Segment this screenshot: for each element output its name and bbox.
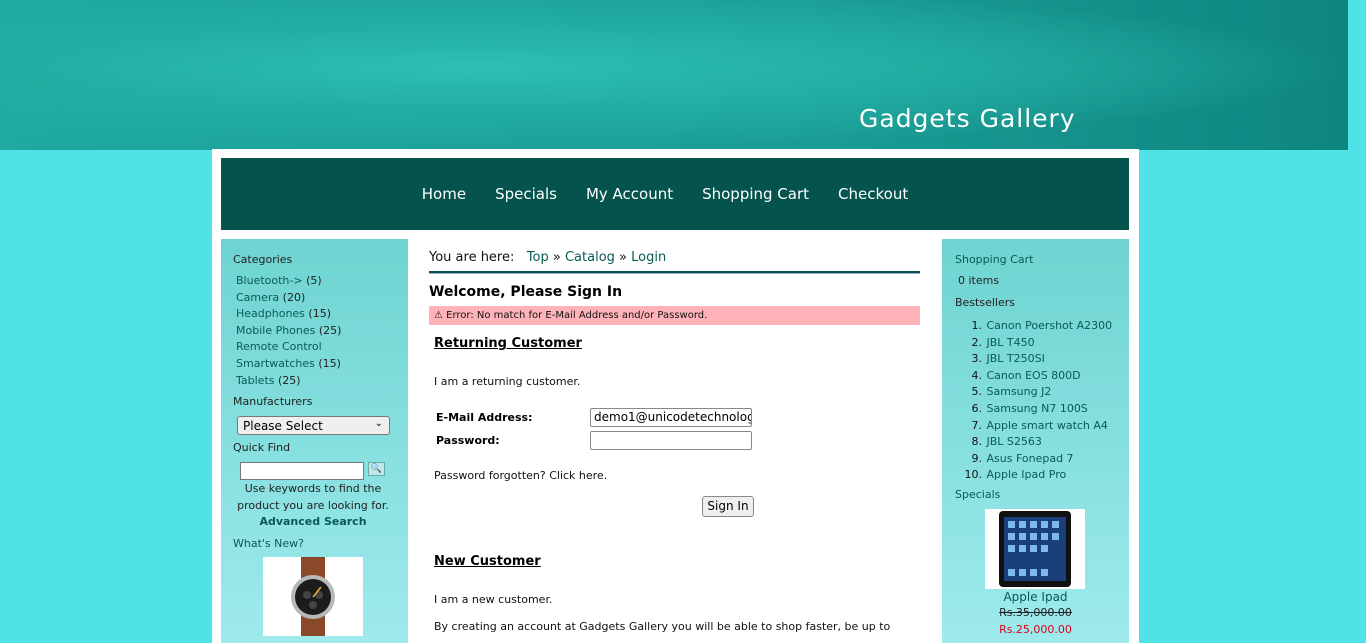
breadcrumb: You are here: Top » Catalog » Login (429, 250, 667, 265)
main-nav: Home Specials My Account Shopping Cart C… (221, 158, 1129, 230)
search-icon: 🔍 (370, 464, 383, 474)
list-item[interactable]: 5. Samsung J2 (960, 384, 1112, 401)
list-item[interactable]: 2. JBL T450 (960, 335, 1112, 352)
tablet-image (999, 511, 1071, 587)
nav-checkout[interactable]: Checkout (838, 185, 908, 203)
breadcrumb-login[interactable]: Login (631, 250, 666, 265)
breadcrumb-top[interactable]: Top (527, 250, 549, 265)
category-link-smartwatches[interactable]: Smartwatches (236, 357, 315, 370)
category-item[interactable]: Remote Control (236, 339, 341, 356)
manufacturers-select[interactable]: Please Select ⌄ (237, 416, 390, 435)
store-title: Gadgets Gallery (859, 104, 1076, 133)
breadcrumb-catalog[interactable]: Catalog (565, 250, 615, 265)
shopping-cart-heading[interactable]: Shopping Cart (955, 253, 1033, 266)
nav-shopping-cart[interactable]: Shopping Cart (702, 185, 809, 203)
list-item[interactable]: 7. Apple smart watch A4 (960, 418, 1112, 435)
category-item[interactable]: Camera (20) (236, 290, 341, 307)
specials-heading[interactable]: Specials (955, 488, 1000, 501)
category-list: Bluetooth-> (5) Camera (20) Headphones (… (236, 273, 341, 389)
category-item[interactable]: Tablets (25) (236, 373, 341, 390)
list-item[interactable]: 9. Asus Fonepad 7 (960, 451, 1112, 468)
nav-home[interactable]: Home (422, 185, 466, 203)
returning-customer-text: I am a returning customer. (434, 375, 581, 388)
new-customer-heading: New Customer (434, 554, 541, 569)
page-title: Welcome, Please Sign In (429, 284, 623, 300)
whats-new-product-image[interactable] (263, 557, 363, 636)
quickfind-help: Use keywords to find the product you are… (237, 482, 389, 528)
error-message: ⚠ Error: No match for E-Mail Address and… (429, 306, 920, 325)
category-link-camera[interactable]: Camera (236, 291, 279, 304)
bestsellers-list: 1. Canon Poershot A2300 2. JBL T450 3. J… (960, 318, 1113, 484)
quickfind-heading: Quick Find (233, 441, 291, 454)
chevron-down-icon: ⌄ (374, 418, 383, 429)
special-product-image[interactable] (985, 509, 1085, 589)
sign-in-button[interactable]: Sign In (702, 496, 754, 517)
email-label: E-Mail Address: (436, 411, 533, 424)
category-item[interactable]: Bluetooth-> (5) (236, 273, 341, 290)
advanced-search-link[interactable]: Advanced Search (259, 515, 366, 528)
category-link-bluetooth[interactable]: Bluetooth-> (236, 274, 303, 287)
smartwatch-image (291, 557, 335, 636)
nav-my-account[interactable]: My Account (586, 185, 673, 203)
categories-heading: Categories (233, 253, 293, 266)
password-field[interactable] (590, 431, 752, 450)
new-customer-description: By creating an account at Gadgets Galler… (434, 620, 891, 633)
nav-specials[interactable]: Specials (495, 185, 557, 203)
category-link-tablets[interactable]: Tablets (236, 374, 275, 387)
list-item[interactable]: 10. Apple Ipad Pro (960, 467, 1112, 484)
list-item[interactable]: 6. Samsung N7 100S (960, 401, 1112, 418)
special-new-price: Rs.25,000.00 (999, 623, 1072, 636)
list-item[interactable]: 8. JBL S2563 (960, 434, 1112, 451)
category-item[interactable]: Smartwatches (15) (236, 356, 341, 373)
special-old-price: Rs.35,000.00 (999, 606, 1072, 619)
password-label: Password: (436, 434, 500, 447)
category-item[interactable]: Headphones (15) (236, 306, 341, 323)
divider (429, 271, 920, 274)
email-field[interactable]: demo1@unicodetechnologies (590, 408, 752, 427)
search-button[interactable]: 🔍 (368, 462, 385, 476)
category-link-remote-control[interactable]: Remote Control (236, 340, 322, 353)
list-item[interactable]: 3. JBL T250SI (960, 351, 1112, 368)
list-item[interactable]: 1. Canon Poershot A2300 (960, 318, 1113, 335)
category-item[interactable]: Mobile Phones (25) (236, 323, 341, 340)
cart-item-count: 0 items (958, 274, 1000, 287)
category-link-headphones[interactable]: Headphones (236, 307, 305, 320)
returning-customer-heading: Returning Customer (434, 336, 582, 351)
manufacturers-heading: Manufacturers (233, 395, 313, 408)
special-product-name[interactable]: Apple Ipad (942, 590, 1129, 604)
bestsellers-heading: Bestsellers (955, 296, 1015, 309)
header-banner (0, 0, 1348, 150)
password-forgotten-link[interactable]: Password forgotten? Click here. (434, 469, 607, 482)
warning-icon: ⚠ (434, 310, 443, 321)
list-item[interactable]: 4. Canon EOS 800D (960, 368, 1112, 385)
whats-new-heading[interactable]: What's New? (233, 537, 304, 550)
new-customer-text: I am a new customer. (434, 593, 553, 606)
category-link-mobile-phones[interactable]: Mobile Phones (236, 324, 315, 337)
quickfind-input[interactable] (240, 462, 364, 480)
